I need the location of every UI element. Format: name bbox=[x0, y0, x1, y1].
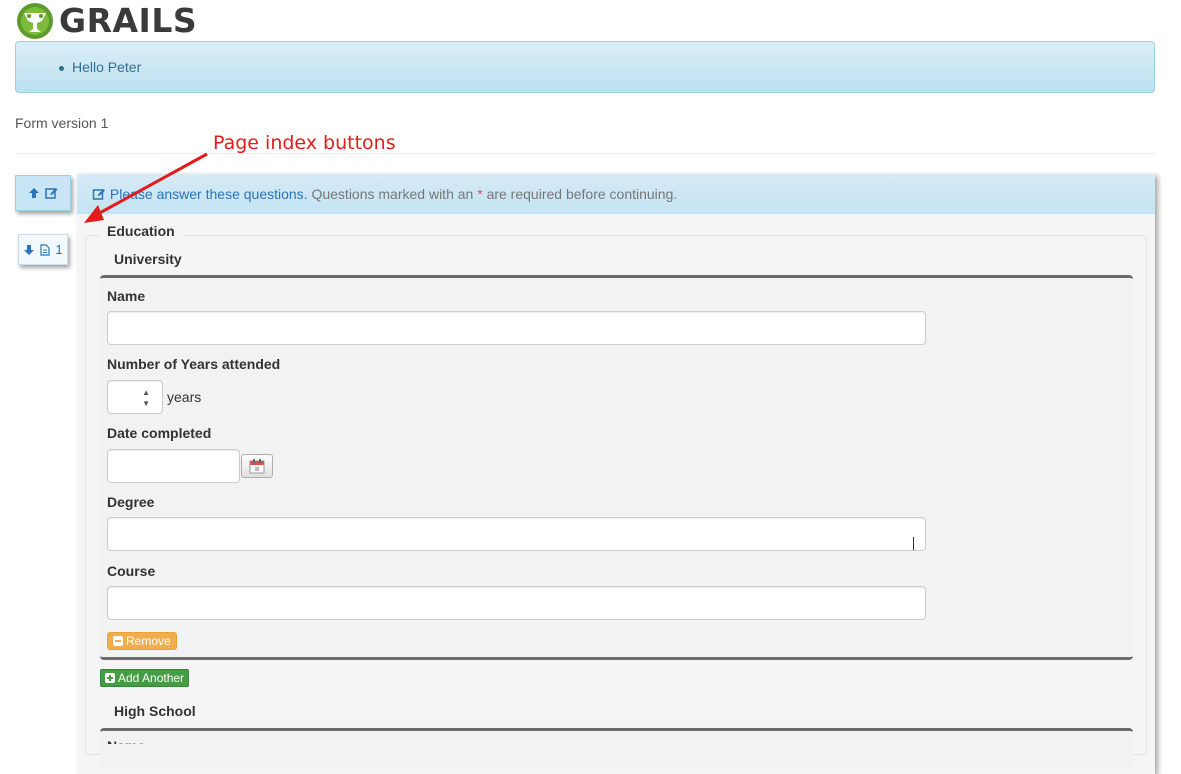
form-version: Form version 1 bbox=[15, 115, 109, 131]
instructions-lead: Please answer these questions. bbox=[109, 186, 308, 202]
edit-icon bbox=[92, 189, 105, 200]
spinner-arrows-icon[interactable]: ▲ ▼ bbox=[142, 387, 150, 409]
years-unit: years bbox=[167, 389, 202, 405]
logo-text: GRAILS bbox=[59, 1, 198, 40]
date-completed-label: Date completed bbox=[107, 425, 212, 441]
years-attended-stepper[interactable]: ▲ ▼ bbox=[107, 380, 163, 414]
arrow-down-icon bbox=[24, 244, 35, 255]
instructions-text-before: Questions marked with an bbox=[311, 186, 474, 202]
required-marker: * bbox=[477, 186, 483, 202]
education-legend: Education bbox=[99, 223, 183, 239]
date-completed-input[interactable] bbox=[107, 449, 240, 483]
minus-square-icon bbox=[113, 636, 123, 646]
divider bbox=[15, 153, 1155, 154]
info-alert: Hello Peter bbox=[15, 41, 1155, 93]
degree-input[interactable] bbox=[107, 517, 926, 551]
university-legend: University bbox=[114, 251, 182, 267]
course-label: Course bbox=[107, 563, 156, 579]
alert-message: Hello Peter bbox=[58, 59, 142, 75]
instructions-text-after: are required before continuing. bbox=[486, 186, 678, 202]
edit-icon bbox=[45, 188, 58, 199]
text-cursor bbox=[913, 537, 914, 550]
grails-logo: GRAILS bbox=[15, 2, 197, 40]
calendar-button[interactable] bbox=[241, 454, 273, 478]
high-school-legend: High School bbox=[114, 703, 196, 719]
name-label: Name bbox=[107, 288, 146, 304]
plus-square-icon bbox=[105, 673, 115, 683]
degree-label: Degree bbox=[107, 494, 155, 510]
document-icon bbox=[40, 243, 50, 256]
course-input[interactable] bbox=[107, 586, 926, 620]
add-another-label: Add Another bbox=[118, 671, 185, 685]
high-school-group bbox=[100, 728, 1133, 768]
annotation-label: Page index buttons bbox=[213, 132, 396, 154]
page-index-button-current[interactable] bbox=[15, 175, 71, 211]
add-another-button[interactable]: Add Another bbox=[100, 669, 190, 687]
high-school-name-label: Name bbox=[107, 738, 145, 744]
remove-button[interactable]: Remove bbox=[107, 632, 177, 650]
years-attended-label: Number of Years attended bbox=[107, 356, 281, 372]
instructions-bar: Please answer these questions. Questions… bbox=[77, 174, 1155, 214]
calendar-icon bbox=[249, 459, 265, 474]
arrow-up-icon bbox=[29, 188, 39, 198]
grails-cup-icon bbox=[17, 3, 53, 39]
name-input[interactable] bbox=[107, 311, 926, 345]
remove-label: Remove bbox=[126, 634, 171, 648]
page-index-number: 1 bbox=[55, 242, 63, 257]
page-index-button-1[interactable]: 1 bbox=[18, 234, 68, 265]
